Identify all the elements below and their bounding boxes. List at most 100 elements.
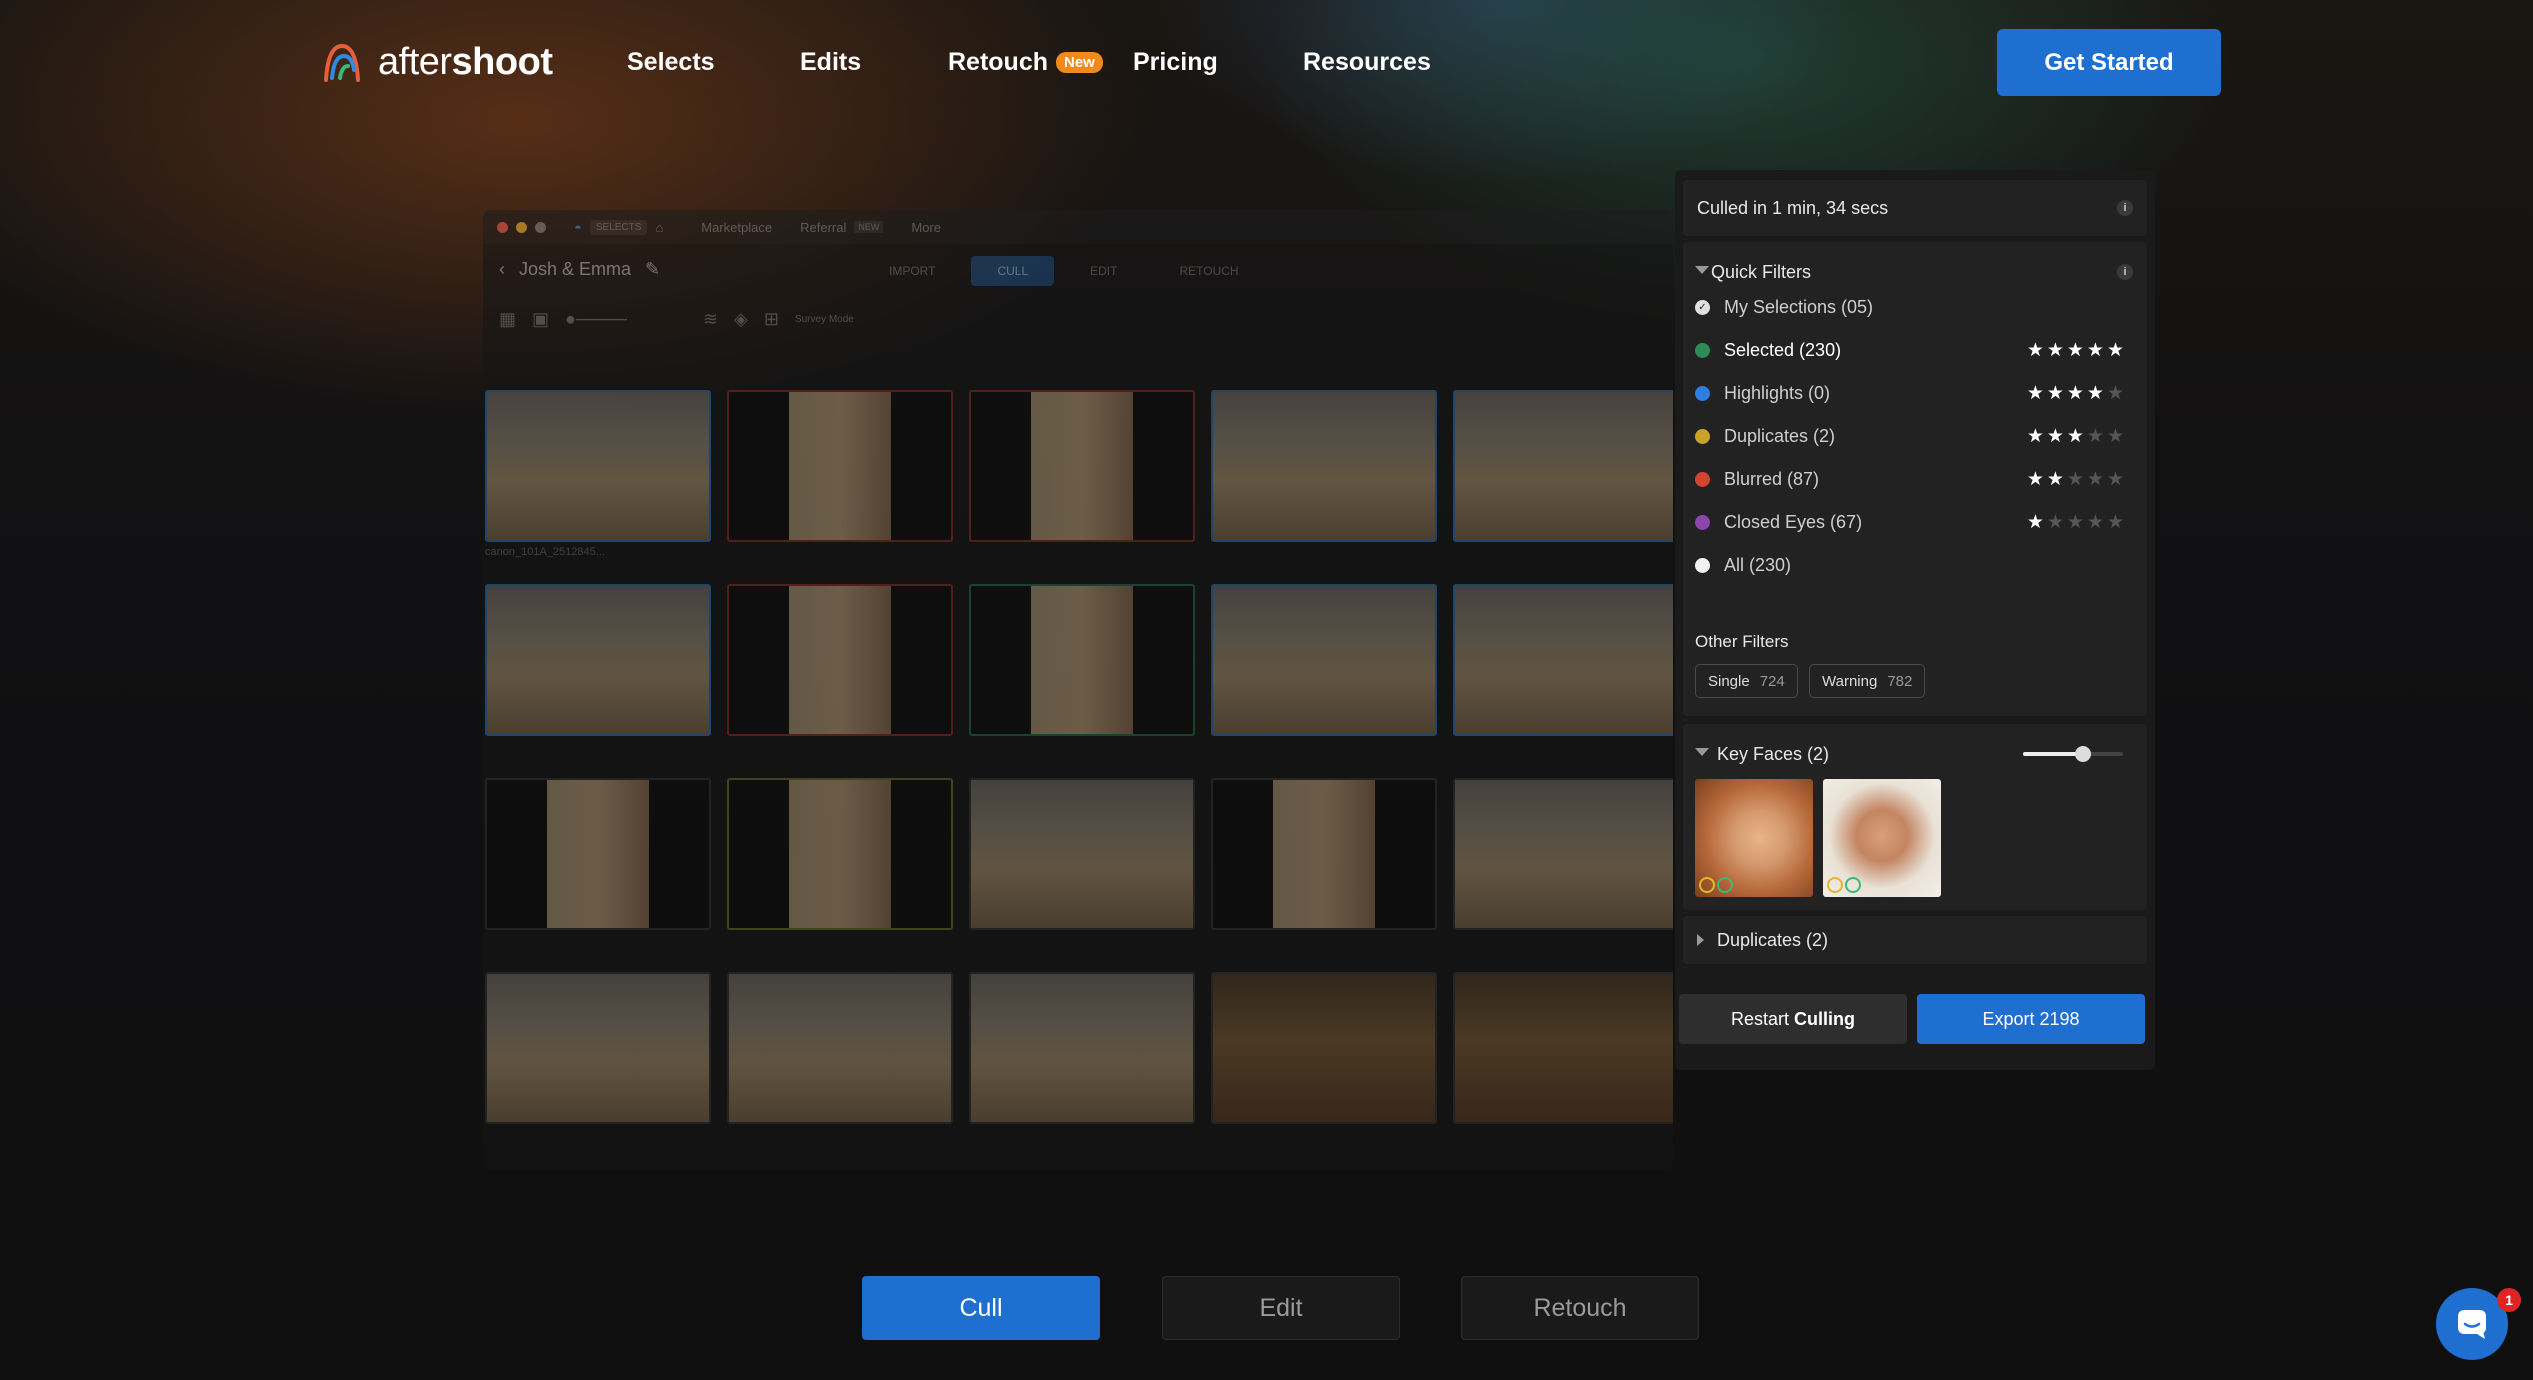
thumbnail xyxy=(1211,972,1437,1124)
filter-blurred[interactable]: Blurred (87) ★★★★★ xyxy=(1695,464,2135,494)
cull-results-panel: Culled in 1 min, 34 secs i Quick Filters… xyxy=(1675,170,2155,1070)
home-icon: ⌂ xyxy=(655,219,664,235)
filter-chip-single[interactable]: Single 724 xyxy=(1695,664,1798,698)
other-filters-title: Other Filters xyxy=(1695,632,1789,651)
nav-item-resources[interactable]: Resources xyxy=(1303,48,1431,77)
red-dot-icon xyxy=(1695,471,1710,487)
info-icon[interactable]: i xyxy=(2117,200,2133,216)
stage-retouch: RETOUCH xyxy=(1179,264,1239,278)
filter-label: Closed Eyes (67) xyxy=(1724,511,1863,532)
face-add-icon xyxy=(1845,877,1861,893)
thumbnail xyxy=(1453,390,1673,542)
app-preview-window: ◓ SELECTS ⌂ Marketplace Referral NEW Mor… xyxy=(483,210,1673,1170)
thumbnail xyxy=(1211,584,1437,736)
face-tag-icon xyxy=(1827,877,1843,893)
tab-cull[interactable]: Cull xyxy=(862,1276,1100,1340)
menu-new-badge: NEW xyxy=(854,221,884,233)
thumbnail xyxy=(969,778,1195,930)
star-rating[interactable]: ★★★★★ xyxy=(2027,511,2127,534)
window-close-dot xyxy=(497,221,508,233)
selects-badge: SELECTS xyxy=(589,219,648,235)
star-rating[interactable]: ★★★★★ xyxy=(2027,468,2127,491)
nav-label: Edits xyxy=(800,48,862,76)
thumbnail xyxy=(485,778,711,930)
filter-highlights[interactable]: Highlights (0) ★★★★★ xyxy=(1695,378,2135,408)
culled-time-text: Culled in 1 min, 34 secs xyxy=(1697,197,1889,218)
star-rating[interactable]: ★★★★★ xyxy=(2027,382,2127,405)
stage-edit: EDIT xyxy=(1090,264,1118,278)
survey-mode-icon: ⊞ xyxy=(763,308,779,329)
grid-view-icon: ▦ xyxy=(499,308,517,329)
thumbnail xyxy=(485,972,711,1124)
nav-item-pricing[interactable]: Pricing xyxy=(1133,48,1218,77)
collapse-caret-icon[interactable] xyxy=(1695,266,1709,274)
filter-label: Blurred (87) xyxy=(1724,468,1820,489)
key-faces-title: Key Faces (2) xyxy=(1717,744,1830,764)
new-badge: New xyxy=(1056,52,1103,73)
slider-knob[interactable] xyxy=(2075,746,2091,762)
thumbnail xyxy=(727,972,953,1124)
thumbnail xyxy=(727,778,953,930)
filter-my-selections[interactable]: ✓ My Selections (05) xyxy=(1695,292,2135,322)
thumbnail xyxy=(969,972,1195,1124)
logo-prefix: after xyxy=(378,40,452,83)
filter-duplicates[interactable]: Duplicates (2) ★★★★★ xyxy=(1695,421,2135,451)
thumbnail xyxy=(485,390,711,542)
thumbnail xyxy=(1453,584,1673,736)
thumbnail xyxy=(727,390,953,542)
stage-import: IMPORT xyxy=(889,264,936,278)
collapse-caret-icon[interactable] xyxy=(1695,748,1709,756)
nav-label: Retouch xyxy=(948,48,1048,76)
star-rating[interactable]: ★★★★★ xyxy=(2027,425,2127,448)
chip-label: Single xyxy=(1708,672,1750,690)
key-face-thumbnail[interactable] xyxy=(1823,779,1941,897)
nav-item-edits[interactable]: Edits xyxy=(800,48,861,77)
back-icon: ‹ xyxy=(499,258,505,279)
stack-icon: ≋ xyxy=(702,308,719,329)
face-tag-icon xyxy=(1699,877,1715,893)
filter-all[interactable]: All (230) xyxy=(1695,550,2135,580)
tab-retouch[interactable]: Retouch xyxy=(1461,1276,1699,1340)
nav-item-selects[interactable]: Selects xyxy=(627,48,715,77)
filter-selected[interactable]: Selected (230) ★★★★★ xyxy=(1695,335,2135,365)
face-size-slider[interactable] xyxy=(2023,746,2123,762)
chip-label: Warning xyxy=(1822,672,1878,690)
stage-cull: CULL xyxy=(971,256,1055,286)
get-started-button[interactable]: Get Started xyxy=(1997,29,2221,96)
quick-filters-section: Quick Filters i ✓ My Selections (05) Sel… xyxy=(1683,242,2147,716)
restart-culling-button[interactable]: Restart Culling xyxy=(1679,994,1907,1044)
key-face-thumbnail[interactable] xyxy=(1695,779,1813,897)
info-icon[interactable]: i xyxy=(2117,264,2133,280)
star-rating[interactable]: ★★★★★ xyxy=(2027,339,2127,362)
blue-dot-icon xyxy=(1695,385,1710,401)
chat-bubble-icon xyxy=(2458,1310,2486,1339)
thumbnail xyxy=(1211,778,1437,930)
slider-fill xyxy=(2023,752,2083,756)
thumbnail xyxy=(1211,390,1437,542)
filter-label: All (230) xyxy=(1724,554,1792,575)
edit-pencil-icon: ✎ xyxy=(645,258,661,279)
filter-chip-warning[interactable]: Warning 782 xyxy=(1809,664,1926,698)
culled-summary: Culled in 1 min, 34 secs i xyxy=(1683,180,2147,236)
window-minimize-dot xyxy=(516,221,527,233)
face-add-icon xyxy=(1717,877,1733,893)
thumbnail xyxy=(727,584,953,736)
logo-wordmark: aftershoot xyxy=(378,40,553,84)
top-navigation: aftershoot Selects Edits Retouch New Pric… xyxy=(0,0,2533,128)
app-logo-icon: ◓ xyxy=(574,219,582,235)
nav-label: Pricing xyxy=(1133,48,1218,76)
nav-label: Resources xyxy=(1303,48,1431,76)
chip-count: 782 xyxy=(1887,672,1913,690)
duplicates-section[interactable]: Duplicates (2) xyxy=(1683,916,2147,964)
filter-label: My Selections (05) xyxy=(1724,296,1874,317)
chip-count: 724 xyxy=(1759,672,1785,690)
nav-item-retouch[interactable]: Retouch New xyxy=(948,48,1103,77)
app-titlebar: ◓ SELECTS ⌂ Marketplace Referral NEW Mor… xyxy=(483,210,1673,244)
expand-caret-icon[interactable] xyxy=(1697,934,1704,946)
zoom-slider-icon: ●──── xyxy=(565,308,627,329)
aftershoot-logo[interactable]: aftershoot xyxy=(320,40,553,84)
tab-edit[interactable]: Edit xyxy=(1162,1276,1400,1340)
menu-more: More xyxy=(911,219,941,235)
export-button[interactable]: Export 2198 xyxy=(1917,994,2145,1044)
filter-closed-eyes[interactable]: Closed Eyes (67) ★★★★★ xyxy=(1695,507,2135,537)
